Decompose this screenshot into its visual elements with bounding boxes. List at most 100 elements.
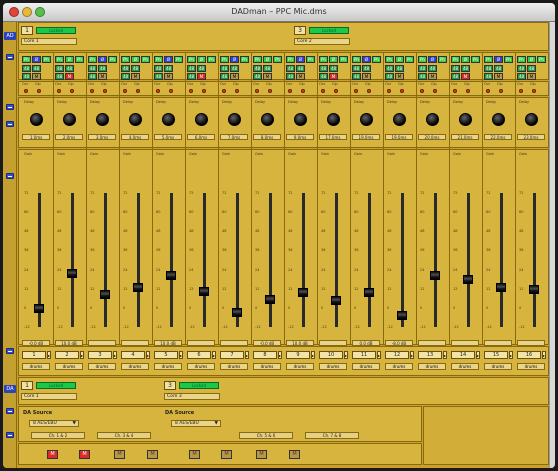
gain-fader-handle[interactable] — [232, 308, 242, 318]
channel-arrow-icon[interactable]: ▸ — [311, 351, 315, 359]
delay-knob[interactable] — [96, 113, 109, 126]
pad-48-button[interactable]: 48 — [517, 73, 526, 80]
pad-48-button[interactable]: 48 — [22, 65, 31, 72]
delay-knob[interactable] — [459, 113, 472, 126]
mute-button[interactable]: M — [263, 73, 272, 80]
pad-48-button[interactable]: 48 — [451, 73, 460, 80]
gain-fader-track[interactable] — [137, 193, 140, 327]
phase-button[interactable]: Ø — [230, 56, 239, 63]
phantom-power-button[interactable]: Ph — [220, 56, 229, 63]
gain-fader-handle[interactable] — [133, 282, 143, 292]
pad-48-button[interactable]: 48 — [164, 65, 173, 72]
phantom-power-button[interactable]: Ph — [187, 56, 196, 63]
phantom-power-button[interactable]: Ph — [504, 56, 513, 63]
vertical-scrollbar[interactable] — [549, 22, 555, 468]
pad-48-button[interactable]: 48 — [319, 73, 328, 80]
gain-fader-track[interactable] — [368, 193, 371, 327]
channel-collapse-button[interactable] — [6, 348, 14, 354]
gain-fader-track[interactable] — [302, 193, 305, 327]
delay-collapse-button[interactable] — [6, 121, 14, 127]
phantom-power-button[interactable]: Ph — [121, 56, 130, 63]
mute-button[interactable]: M — [98, 73, 107, 80]
phase-button[interactable]: Ø — [461, 56, 470, 63]
da-mute-button[interactable]: M — [114, 450, 125, 459]
gain-collapse-button[interactable] — [6, 173, 14, 179]
mute-button[interactable]: M — [230, 73, 239, 80]
delay-knob[interactable] — [525, 113, 538, 126]
pad-48-button[interactable]: 48 — [154, 65, 163, 72]
pad-48-button[interactable]: 48 — [230, 65, 239, 72]
da-mute-button[interactable]: M — [289, 450, 300, 459]
da-mute-button[interactable]: M — [221, 450, 232, 459]
mute-button[interactable]: M — [164, 73, 173, 80]
mute-button[interactable]: M — [32, 73, 41, 80]
channel-arrow-icon[interactable]: ▸ — [47, 351, 51, 359]
mute-button[interactable]: M — [65, 73, 74, 80]
phase-button[interactable]: Ø — [164, 56, 173, 63]
gain-fader-track[interactable] — [71, 193, 74, 327]
delay-knob[interactable] — [393, 113, 406, 126]
phantom-power-button[interactable]: Ph — [319, 56, 328, 63]
pad-48-button[interactable]: 48 — [428, 65, 437, 72]
pad-48-button[interactable]: 48 — [484, 65, 493, 72]
da-mute-button[interactable]: M — [47, 450, 58, 459]
delay-knob[interactable] — [492, 113, 505, 126]
phantom-power-button[interactable]: Ph — [537, 56, 546, 63]
gain-fader-handle[interactable] — [100, 289, 110, 299]
gain-fader-handle[interactable] — [430, 270, 440, 280]
phantom-power-button[interactable]: Ph — [372, 56, 381, 63]
phase-button[interactable]: Ø — [131, 56, 140, 63]
delay-knob[interactable] — [195, 113, 208, 126]
gain-fader-handle[interactable] — [166, 270, 176, 280]
delay-knob[interactable] — [327, 113, 340, 126]
delay-knob[interactable] — [228, 113, 241, 126]
phase-button[interactable]: Ø — [296, 56, 305, 63]
da-source-collapse-button[interactable] — [6, 408, 14, 414]
delay-knob[interactable] — [360, 113, 373, 126]
meter-collapse-button[interactable] — [6, 104, 14, 110]
phase-button[interactable]: Ø — [362, 56, 371, 63]
pad-48-button[interactable]: 48 — [154, 73, 163, 80]
phase-button[interactable]: Ø — [395, 56, 404, 63]
pad-48-button[interactable]: 48 — [286, 65, 295, 72]
pad-48-button[interactable]: 48 — [220, 73, 229, 80]
pad-48-button[interactable]: 48 — [527, 65, 536, 72]
da-mute-collapse-button[interactable] — [6, 432, 14, 438]
channel-arrow-icon[interactable]: ▸ — [146, 351, 150, 359]
phantom-power-button[interactable]: Ph — [306, 56, 315, 63]
da-mute-button[interactable]: M — [256, 450, 267, 459]
pad-48-button[interactable]: 48 — [88, 65, 97, 72]
phantom-power-button[interactable]: Ph — [517, 56, 526, 63]
delay-knob[interactable] — [261, 113, 274, 126]
gain-fader-handle[interactable] — [67, 269, 77, 279]
da-mute-button[interactable]: M — [189, 450, 200, 459]
delay-knob[interactable] — [162, 113, 175, 126]
phantom-power-button[interactable]: Ph — [141, 56, 150, 63]
phantom-power-button[interactable]: Ph — [240, 56, 249, 63]
gain-fader-handle[interactable] — [364, 288, 374, 298]
mute-button[interactable]: M — [527, 73, 536, 80]
phantom-power-button[interactable]: Ph — [405, 56, 414, 63]
pad-48-button[interactable]: 48 — [65, 65, 74, 72]
channel-arrow-icon[interactable]: ▸ — [476, 351, 480, 359]
pad-48-button[interactable]: 48 — [451, 65, 460, 72]
pad-48-button[interactable]: 48 — [461, 65, 470, 72]
channel-arrow-icon[interactable]: ▸ — [113, 351, 117, 359]
phantom-power-button[interactable]: Ph — [286, 56, 295, 63]
pad-48-button[interactable]: 48 — [286, 73, 295, 80]
channel-arrow-icon[interactable]: ▸ — [509, 351, 513, 359]
gain-fader-track[interactable] — [104, 193, 107, 327]
channel-arrow-icon[interactable]: ▸ — [377, 351, 381, 359]
gain-fader-handle[interactable] — [397, 310, 407, 320]
gain-fader-handle[interactable] — [34, 304, 44, 314]
phantom-power-button[interactable]: Ph — [438, 56, 447, 63]
gain-fader-handle[interactable] — [265, 294, 275, 304]
phantom-power-button[interactable]: Ph — [55, 56, 64, 63]
pad-48-button[interactable]: 48 — [253, 65, 262, 72]
phantom-power-button[interactable]: Ph — [22, 56, 31, 63]
pad-48-button[interactable]: 48 — [253, 73, 262, 80]
gain-fader-track[interactable] — [269, 193, 272, 327]
phantom-power-button[interactable]: Ph — [471, 56, 480, 63]
pad-48-button[interactable]: 48 — [32, 65, 41, 72]
pad-48-button[interactable]: 48 — [22, 73, 31, 80]
